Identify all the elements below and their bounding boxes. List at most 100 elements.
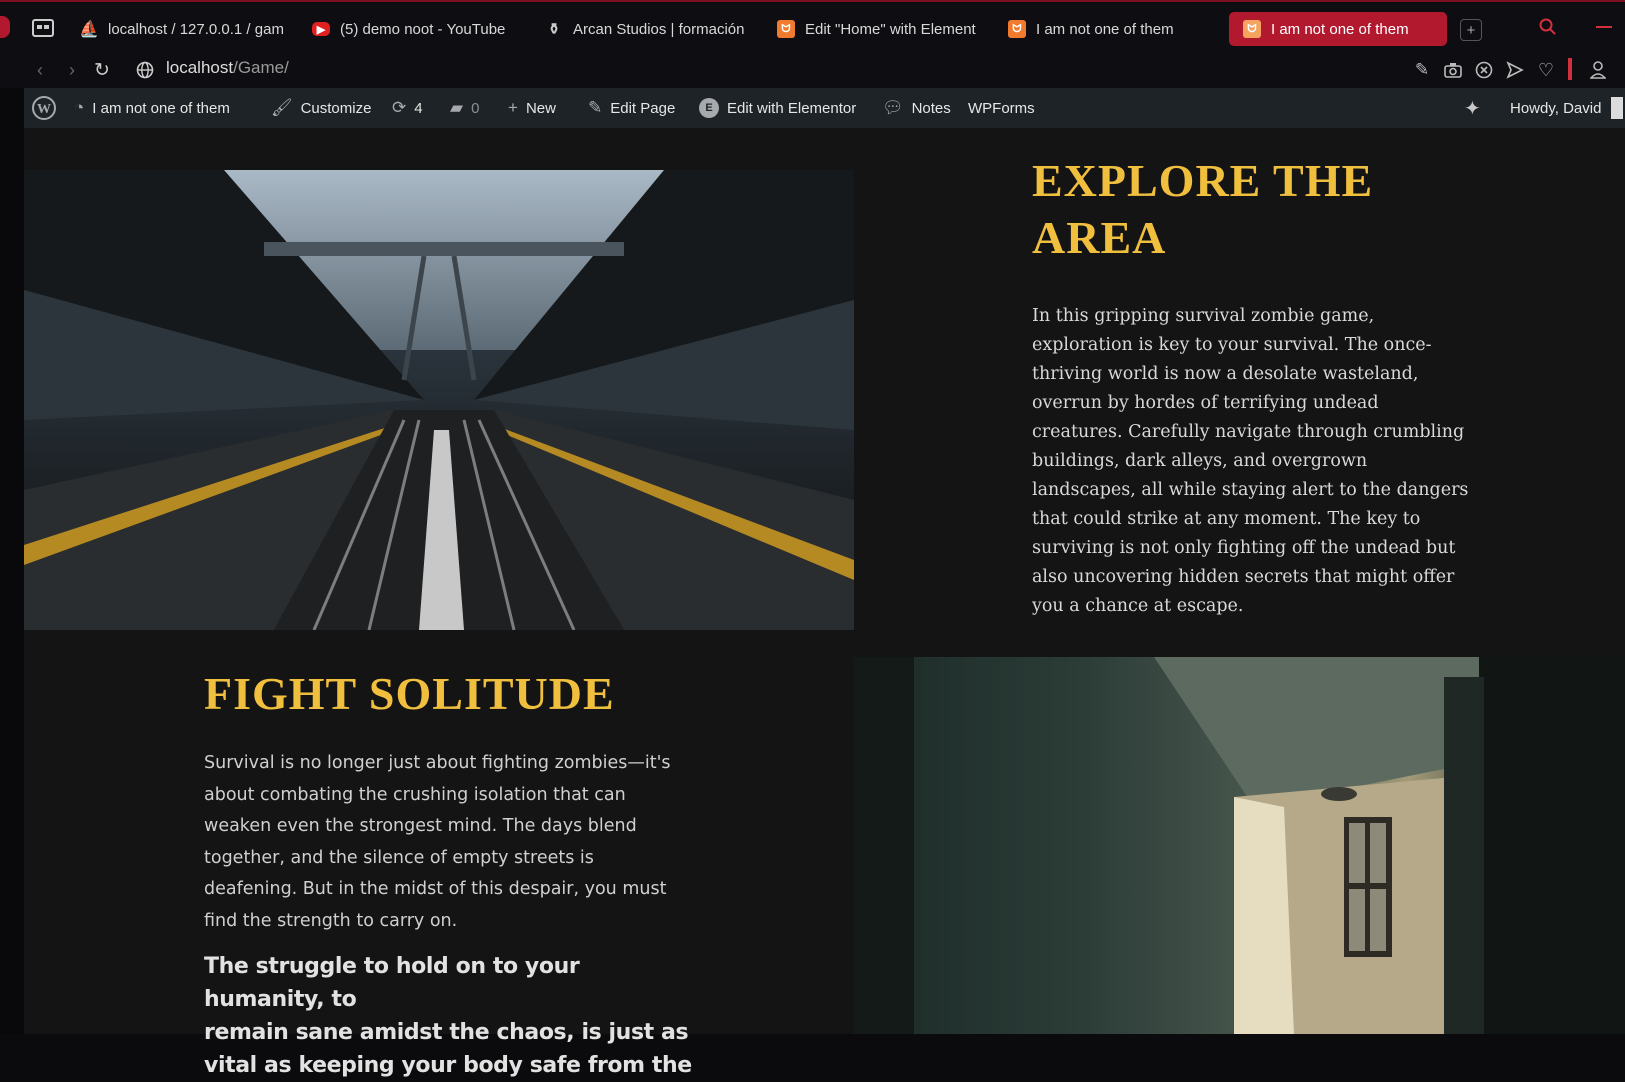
customize-label: Customize [300, 99, 372, 117]
tab-label: (5) demo noot - YouTube [340, 20, 506, 38]
wp-notes[interactable]: 💬︎ Notes [882, 88, 951, 128]
quote-line: remain sane amidst the chaos, is just as [204, 1020, 689, 1045]
profile-icon[interactable] [1586, 58, 1610, 82]
updates-count: 4 [414, 99, 423, 117]
tab-i-am-not-one[interactable]: ᗢ I am not one of them [1008, 12, 1208, 46]
fight-quote: The struggle to hold on to your humanity… [204, 950, 704, 1082]
plus-icon: + [508, 98, 518, 117]
reload-icon[interactable]: ↻ [90, 58, 114, 82]
ai-sparkle-icon[interactable]: ✦ [1464, 88, 1481, 128]
edit-elementor-label: Edit with Elementor [727, 99, 857, 117]
elementor-icon: ᗢ [1008, 20, 1026, 38]
fight-line: weaken even the strongest mind. The days… [204, 816, 637, 836]
wp-comments[interactable]: ▰ 0 [450, 88, 479, 128]
pencil-icon: ✎ [588, 98, 603, 117]
explore-line: thriving world is now a desolate wastela… [1032, 364, 1419, 384]
explore-line: surviving is not only fighting off the u… [1032, 538, 1456, 558]
wp-new[interactable]: + New [508, 88, 556, 128]
fight-line: Survival is no longer just about fightin… [204, 753, 671, 773]
wpforms-label: WPForms [968, 99, 1035, 117]
site-name-label: I am not one of them [92, 99, 230, 117]
quote-line: vital as keeping your body safe from the [204, 1053, 692, 1078]
explore-line: In this gripping survival zombie game, [1032, 306, 1375, 326]
fight-heading: FIGHT SOLITUDE [204, 666, 615, 722]
wp-customize[interactable]: 🖌︎ Customize [271, 88, 371, 128]
fight-line: deafening. But in the midst of this desp… [204, 879, 667, 899]
send-icon[interactable] [1503, 58, 1527, 82]
wp-howdy[interactable]: Howdy, David [1510, 88, 1624, 128]
hallway-image [854, 657, 1625, 1034]
explore-heading-line2: AREA [1032, 212, 1167, 263]
tab-label: Edit "Home" with Element [805, 20, 976, 38]
browser-sidebar [0, 88, 24, 1034]
separator-bar [1568, 58, 1572, 80]
edit-page-label: Edit Page [610, 99, 676, 117]
edit-icon[interactable]: ✎ [1410, 58, 1434, 82]
tab-label: Arcan Studios | formación [573, 20, 745, 38]
address-bar: ‹ › ↻ localhost/Game/ ✎ ♡ [0, 52, 1625, 88]
wp-edit-elementor[interactable]: E Edit with Elementor [699, 88, 856, 128]
phpmyadmin-icon: ⛵ [80, 21, 99, 38]
fight-paragraph: Survival is no longer just about fightin… [204, 748, 694, 937]
explore-line: landscapes, all while staying alert to t… [1032, 480, 1469, 500]
browser-tab-strip: ⛵ localhost / 127.0.0.1 / gam ▶ (5) demo… [0, 0, 1625, 54]
arcan-icon: ⚱ [547, 21, 561, 38]
wp-site-name[interactable]: ◔ I am not one of them [74, 88, 230, 128]
quote-line: The struggle to hold on to your humanity… [204, 954, 580, 1012]
explore-line: creatures. Carefully navigate through cr… [1032, 422, 1465, 442]
tab-phpmyadmin[interactable]: ⛵ localhost / 127.0.0.1 / gam [80, 12, 285, 46]
comment-icon: ▰ [450, 98, 464, 117]
fight-line: about combating the crushing isolation t… [204, 784, 626, 805]
camera-icon[interactable] [1441, 58, 1465, 82]
avatar [1611, 97, 1624, 119]
wordpress-logo-icon[interactable]: W [32, 88, 56, 128]
new-tab-icon[interactable]: + [1460, 19, 1482, 41]
explore-heading-line1: EXPLORE THE [1032, 155, 1374, 206]
howdy-label: Howdy, David [1510, 99, 1602, 117]
tab-i-am-not-one-active[interactable]: ᗢ I am not one of them [1229, 12, 1447, 46]
comments-count: 0 [471, 99, 480, 117]
explore-paragraph: In this gripping survival zombie game, e… [1032, 302, 1532, 621]
explore-line: that could strike at any moment. The key… [1032, 509, 1421, 529]
notes-label: Notes [911, 99, 951, 117]
brush-icon: 🖌︎ [271, 98, 293, 117]
forward-icon[interactable]: › [60, 58, 84, 82]
explore-line: you a chance at escape. [1032, 596, 1244, 616]
tab-label: I am not one of them [1271, 20, 1409, 38]
fight-heading-text: FIGHT SOLITUDE [204, 668, 615, 719]
tab-label: localhost / 127.0.0.1 / gam [108, 20, 284, 38]
fight-line: together, and the silence of empty stree… [204, 847, 594, 868]
wp-admin-bar: W ◔ I am not one of them 🖌︎ Customize ⟳ … [24, 88, 1625, 128]
url-host: localhost [166, 58, 234, 77]
heart-icon[interactable]: ♡ [1534, 58, 1558, 82]
dashboard-icon: ◔ [74, 98, 85, 117]
url-path: /Game/ [233, 58, 289, 77]
sidebar-toggle-icon[interactable] [0, 16, 10, 38]
explore-line: overrun by hordes of terrifying undead [1032, 393, 1379, 413]
tab-edit-home[interactable]: ᗢ Edit "Home" with Element [777, 12, 979, 46]
elementor-icon: E [699, 98, 719, 118]
search-tabs-icon[interactable] [1536, 15, 1560, 39]
minimize-icon[interactable] [1592, 16, 1616, 40]
svg-text:W: W [37, 102, 51, 117]
tab-youtube[interactable]: ▶ (5) demo noot - YouTube [312, 12, 517, 46]
elementor-icon: ᗢ [777, 20, 795, 38]
youtube-icon: ▶ [312, 22, 330, 36]
adblock-icon[interactable] [1472, 58, 1496, 82]
explore-heading: EXPLORE THE AREA [1032, 152, 1373, 266]
tab-label: I am not one of them [1036, 20, 1174, 38]
url-field[interactable]: localhost/Game/ [166, 58, 289, 78]
window-icon[interactable] [30, 16, 56, 40]
back-icon[interactable]: ‹ [28, 58, 52, 82]
explore-line: exploration is key to your survival. The… [1032, 335, 1432, 355]
explore-line: also uncovering hidden secrets that migh… [1032, 567, 1455, 587]
site-info-icon[interactable] [134, 59, 156, 81]
tab-arcan[interactable]: ⚱ Arcan Studios | formación [545, 12, 745, 46]
wp-wpforms[interactable]: WPForms [968, 88, 1035, 128]
wp-edit-page[interactable]: ✎ Edit Page [588, 88, 675, 128]
notes-icon: 💬︎ [882, 98, 904, 117]
new-label: New [525, 99, 556, 117]
updates-icon: ⟳ [392, 98, 407, 117]
wp-updates[interactable]: ⟳ 4 [392, 88, 423, 128]
elementor-icon: ᗢ [1243, 20, 1261, 38]
